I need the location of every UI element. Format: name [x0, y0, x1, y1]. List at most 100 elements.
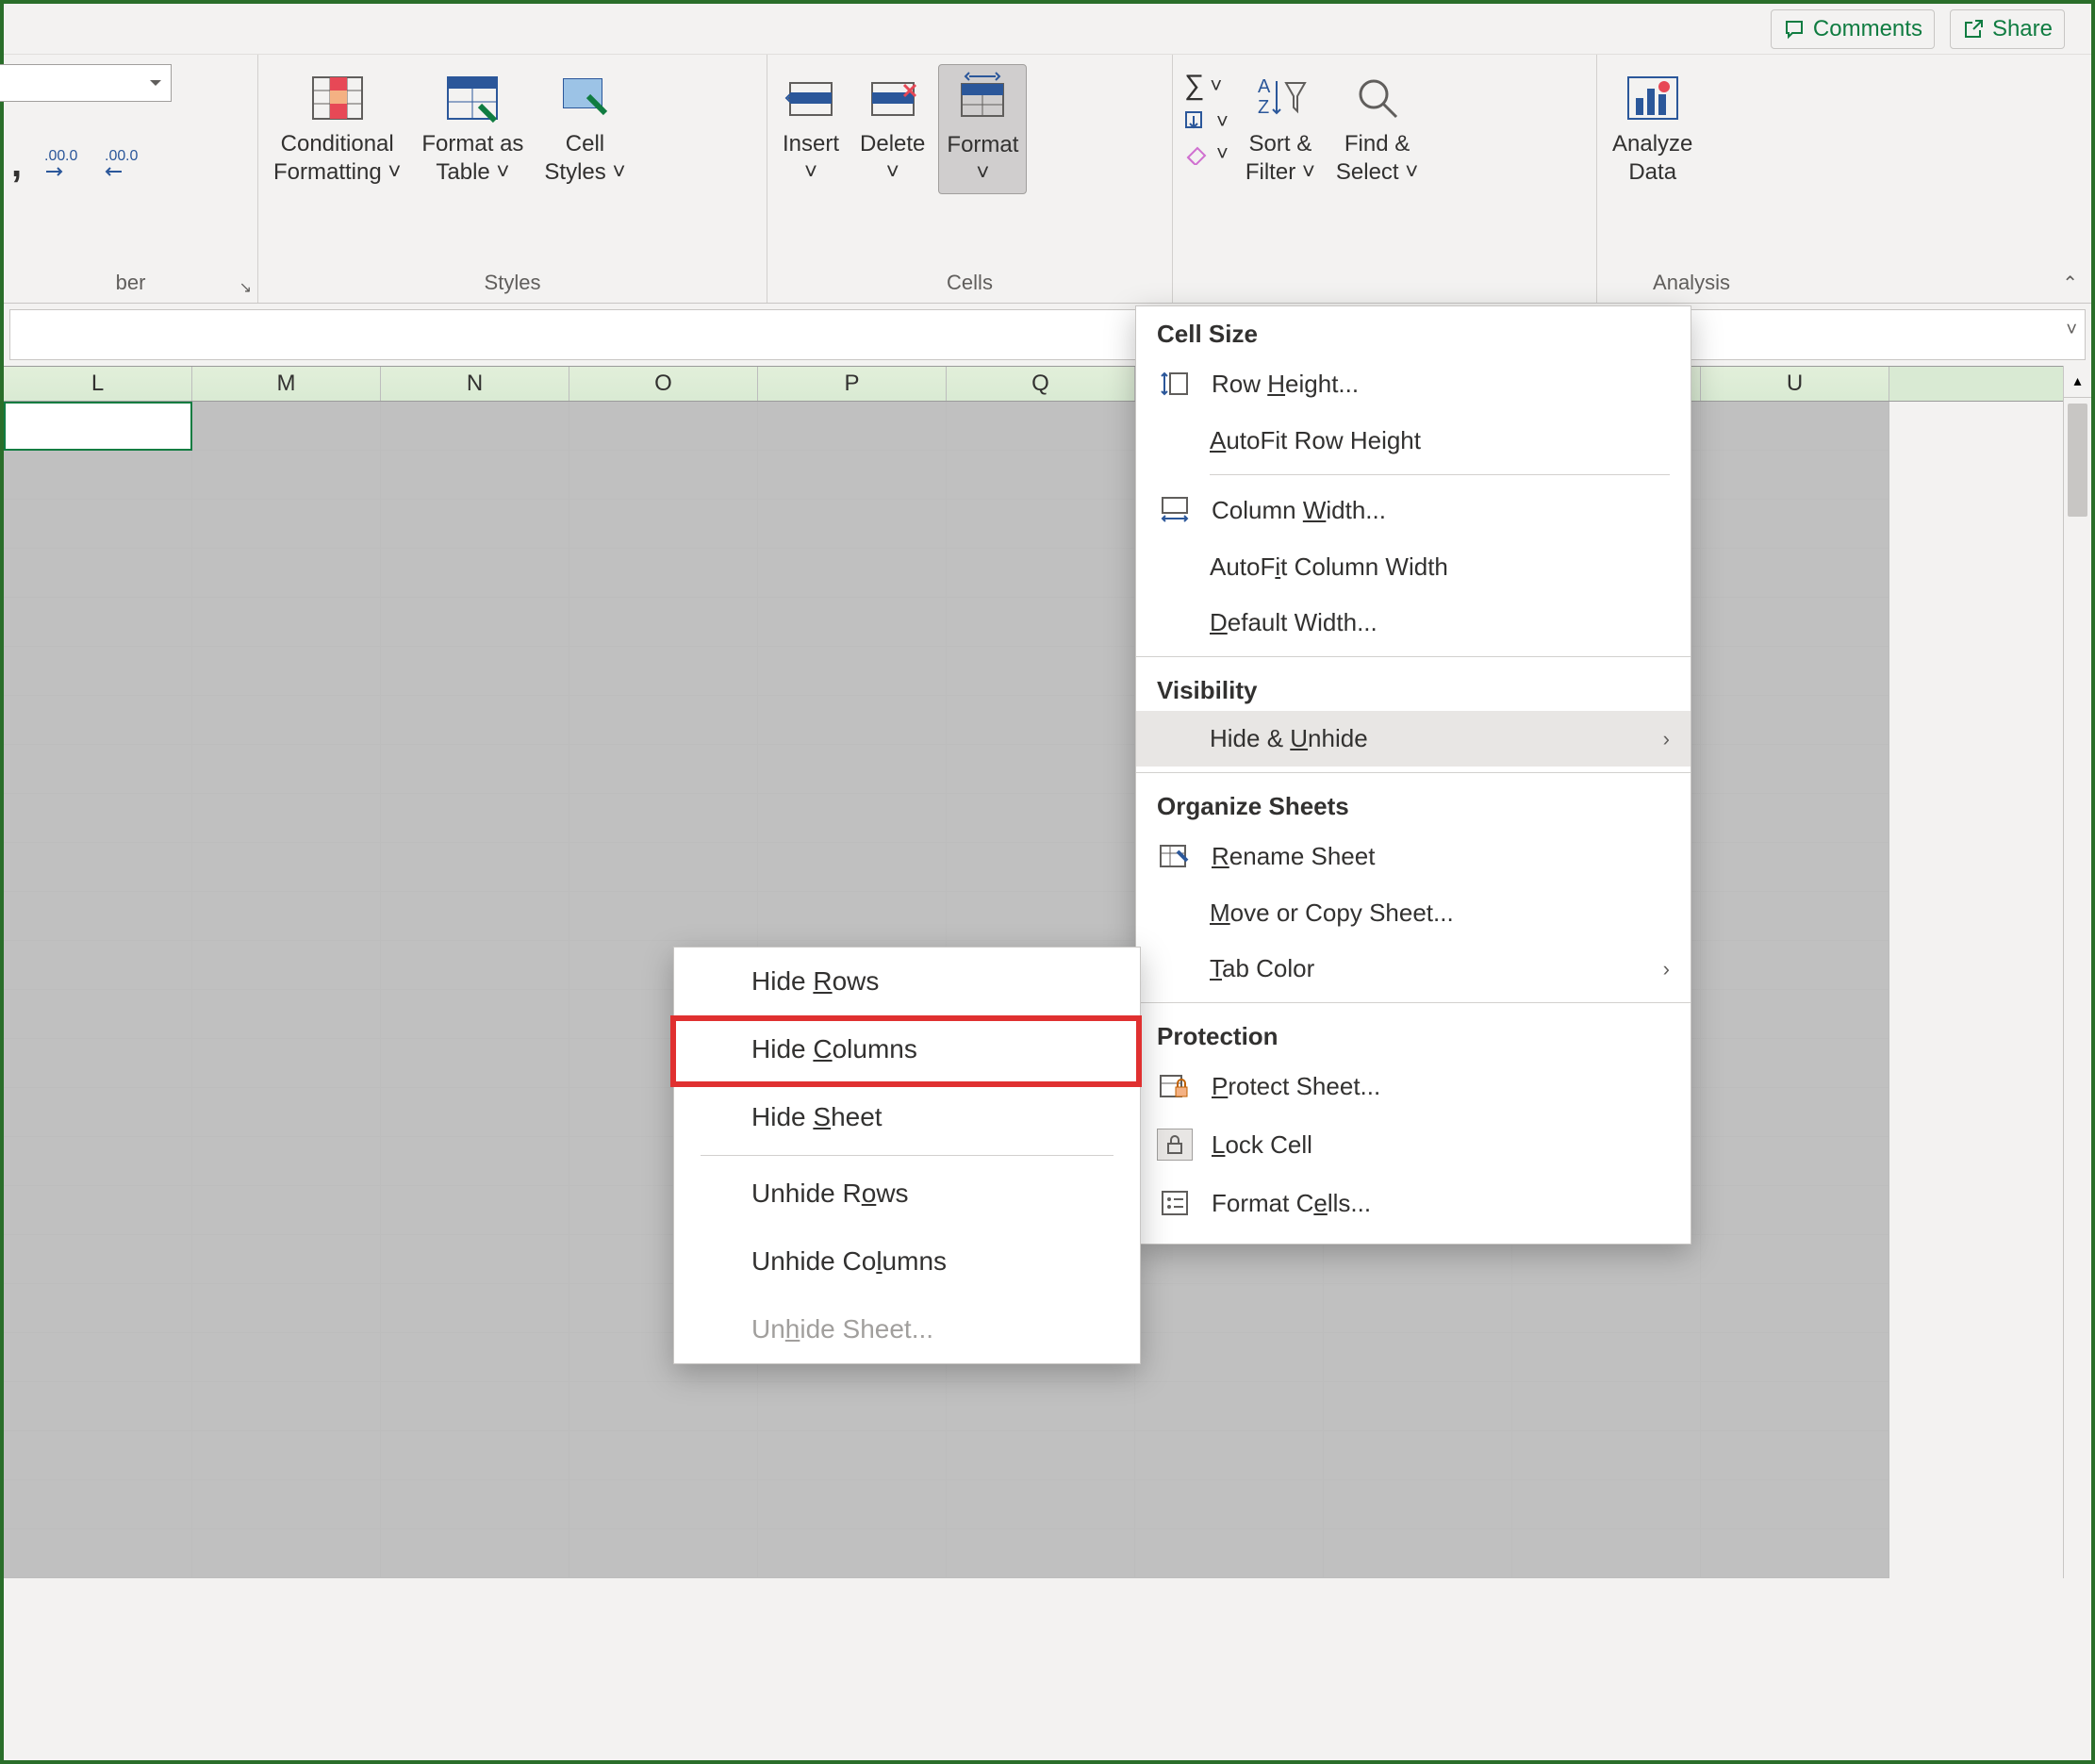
cell[interactable]: [381, 451, 569, 500]
cell[interactable]: [192, 598, 381, 647]
cell[interactable]: [381, 892, 569, 941]
cell[interactable]: [1701, 647, 1889, 696]
cell[interactable]: [1512, 1529, 1701, 1578]
vertical-scrollbar[interactable]: ▴: [2063, 366, 2091, 1578]
cell[interactable]: [4, 1382, 192, 1431]
analyze-data-button[interactable]: AnalyzeData: [1605, 64, 1700, 192]
cell[interactable]: [1701, 794, 1889, 843]
cell[interactable]: [1701, 990, 1889, 1039]
cell[interactable]: [192, 647, 381, 696]
cell[interactable]: [4, 1039, 192, 1088]
cell[interactable]: [1135, 1382, 1324, 1431]
cell[interactable]: [1701, 1186, 1889, 1235]
cell[interactable]: [1324, 1333, 1512, 1382]
formula-bar[interactable]: ˅: [9, 309, 2086, 360]
cell[interactable]: [192, 892, 381, 941]
cell[interactable]: [758, 402, 947, 451]
submenu-unhide-columns[interactable]: Unhide Columns: [674, 1228, 1140, 1295]
cell[interactable]: [381, 1480, 569, 1529]
cell[interactable]: [569, 549, 758, 598]
cell[interactable]: [758, 1382, 947, 1431]
menu-row-height[interactable]: Row Height...: [1136, 354, 1691, 413]
cell[interactable]: [192, 990, 381, 1039]
cell[interactable]: [758, 1480, 947, 1529]
cell[interactable]: [381, 598, 569, 647]
cell[interactable]: [192, 1333, 381, 1382]
format-button[interactable]: Format˅: [938, 64, 1027, 194]
cell[interactable]: [947, 451, 1135, 500]
cell[interactable]: [381, 1235, 569, 1284]
cell[interactable]: [192, 745, 381, 794]
cell[interactable]: [758, 647, 947, 696]
menu-rename-sheet[interactable]: Rename Sheet: [1136, 827, 1691, 885]
cell[interactable]: [758, 598, 947, 647]
cell[interactable]: [1701, 1137, 1889, 1186]
cell[interactable]: [192, 1039, 381, 1088]
cell[interactable]: [1324, 1382, 1512, 1431]
menu-move-copy[interactable]: Move or Copy Sheet...: [1136, 885, 1691, 941]
format-as-table-button[interactable]: Format asTable ˅: [414, 64, 531, 192]
cell[interactable]: [947, 647, 1135, 696]
cell[interactable]: [4, 1235, 192, 1284]
menu-hide-unhide[interactable]: Hide & Unhide ›: [1136, 711, 1691, 767]
cell[interactable]: [381, 1333, 569, 1382]
cell[interactable]: [192, 1137, 381, 1186]
cell[interactable]: [1701, 598, 1889, 647]
cell[interactable]: [947, 843, 1135, 892]
cell[interactable]: [192, 1431, 381, 1480]
cell[interactable]: [381, 500, 569, 549]
submenu-hide-columns[interactable]: Hide Columns: [674, 1015, 1140, 1083]
cell[interactable]: [4, 402, 192, 451]
cell[interactable]: [569, 451, 758, 500]
cell[interactable]: [381, 549, 569, 598]
cell[interactable]: [4, 1480, 192, 1529]
cell[interactable]: [4, 1284, 192, 1333]
cell[interactable]: [1324, 1529, 1512, 1578]
cell[interactable]: [1701, 402, 1889, 451]
cell[interactable]: [4, 745, 192, 794]
submenu-hide-rows[interactable]: Hide Rows: [674, 948, 1140, 1015]
cell[interactable]: [192, 1235, 381, 1284]
cell[interactable]: [192, 500, 381, 549]
cell[interactable]: [381, 941, 569, 990]
cell[interactable]: [947, 892, 1135, 941]
menu-lock-cell[interactable]: Lock Cell: [1136, 1115, 1691, 1174]
cell[interactable]: [381, 696, 569, 745]
cell[interactable]: [1135, 1284, 1324, 1333]
collapse-ribbon-icon[interactable]: ⌃: [2062, 272, 2078, 295]
menu-column-width[interactable]: Column Width...: [1136, 481, 1691, 539]
cell[interactable]: [569, 892, 758, 941]
col-L[interactable]: L: [4, 367, 192, 401]
scroll-thumb[interactable]: [2068, 404, 2087, 517]
cell[interactable]: [569, 843, 758, 892]
increase-decimal-button[interactable]: .00.0: [41, 143, 82, 186]
submenu-unhide-rows[interactable]: Unhide Rows: [674, 1160, 1140, 1228]
cell[interactable]: [381, 1382, 569, 1431]
menu-tab-color[interactable]: Tab Color ›: [1136, 941, 1691, 997]
comments-button[interactable]: Comments: [1771, 9, 1935, 49]
cell[interactable]: [381, 1088, 569, 1137]
cell[interactable]: [758, 696, 947, 745]
cell[interactable]: [192, 843, 381, 892]
number-dialog-launcher-icon[interactable]: ↘: [239, 278, 252, 297]
find-select-button[interactable]: Find &Select ˅: [1328, 64, 1426, 192]
cell[interactable]: [569, 1480, 758, 1529]
cell[interactable]: [569, 500, 758, 549]
cell[interactable]: [1135, 1529, 1324, 1578]
cell[interactable]: [4, 451, 192, 500]
cell[interactable]: [4, 647, 192, 696]
cell[interactable]: [1701, 1333, 1889, 1382]
cell[interactable]: [1701, 1480, 1889, 1529]
cell[interactable]: [192, 1186, 381, 1235]
cell[interactable]: [758, 500, 947, 549]
menu-protect-sheet[interactable]: Protect Sheet...: [1136, 1057, 1691, 1115]
cell[interactable]: [569, 794, 758, 843]
cell[interactable]: [1701, 1529, 1889, 1578]
menu-autofit-row[interactable]: AutoFit Row Height: [1136, 413, 1691, 469]
delete-button[interactable]: Delete˅: [852, 64, 932, 192]
cell[interactable]: [381, 990, 569, 1039]
cell[interactable]: [381, 1431, 569, 1480]
cell[interactable]: [569, 1382, 758, 1431]
cell[interactable]: [1701, 696, 1889, 745]
cell[interactable]: [1701, 892, 1889, 941]
